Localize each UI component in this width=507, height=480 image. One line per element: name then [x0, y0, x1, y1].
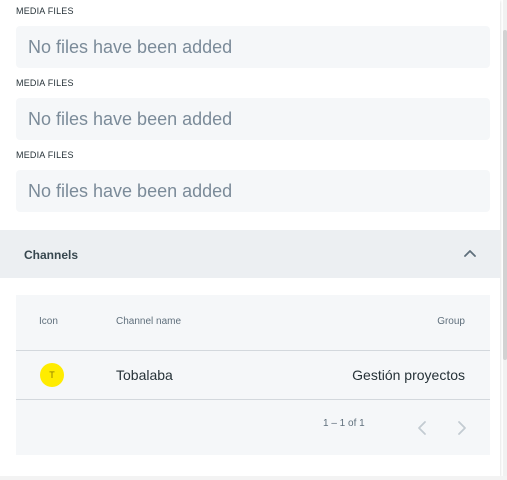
media-files-dropzone[interactable]: No files have been added: [16, 170, 490, 212]
media-files-section: MEDIA FILES No files have been added: [16, 77, 490, 140]
channels-table: Icon Channel name Group T Tobalaba Gesti…: [16, 295, 490, 455]
panel-bottom-edge: [0, 476, 507, 480]
track-details-panel: MEDIA FILES No files have been added MED…: [0, 0, 500, 476]
empty-state-text: No files have been added: [28, 181, 233, 201]
column-header-group[interactable]: Group: [437, 295, 465, 348]
media-files-dropzone[interactable]: No files have been added: [16, 98, 490, 140]
chevron-up-icon[interactable]: [463, 248, 477, 258]
channel-avatar: T: [40, 363, 64, 387]
channel-name-cell: Tobalaba: [116, 367, 173, 383]
media-files-dropzone[interactable]: No files have been added: [16, 26, 490, 68]
empty-state-text: No files have been added: [28, 109, 233, 129]
channels-title: Channels: [24, 248, 79, 262]
group-cell: Gestión proyectos: [352, 367, 465, 383]
media-files-label: MEDIA FILES: [16, 150, 74, 160]
chevron-right-icon[interactable]: [455, 420, 469, 436]
channels-section-header[interactable]: Channels: [0, 230, 500, 278]
scrollbar-thumb[interactable]: [503, 30, 507, 360]
chevron-left-icon[interactable]: [415, 420, 429, 436]
empty-state-text: No files have been added: [28, 37, 233, 57]
media-files-section: MEDIA FILES No files have been added: [16, 149, 490, 212]
table-header: Icon Channel name Group: [16, 295, 490, 351]
media-files-label: MEDIA FILES: [16, 78, 74, 88]
media-files-label: MEDIA FILES: [16, 6, 74, 16]
media-files-section: MEDIA FILES No files have been added: [16, 5, 490, 68]
pagination-range: 1 – 1 of 1: [323, 418, 365, 429]
column-header-channel-name[interactable]: Channel name: [116, 295, 181, 348]
column-header-icon: Icon: [39, 316, 58, 327]
table-row[interactable]: T Tobalaba Gestión proyectos: [16, 351, 490, 400]
